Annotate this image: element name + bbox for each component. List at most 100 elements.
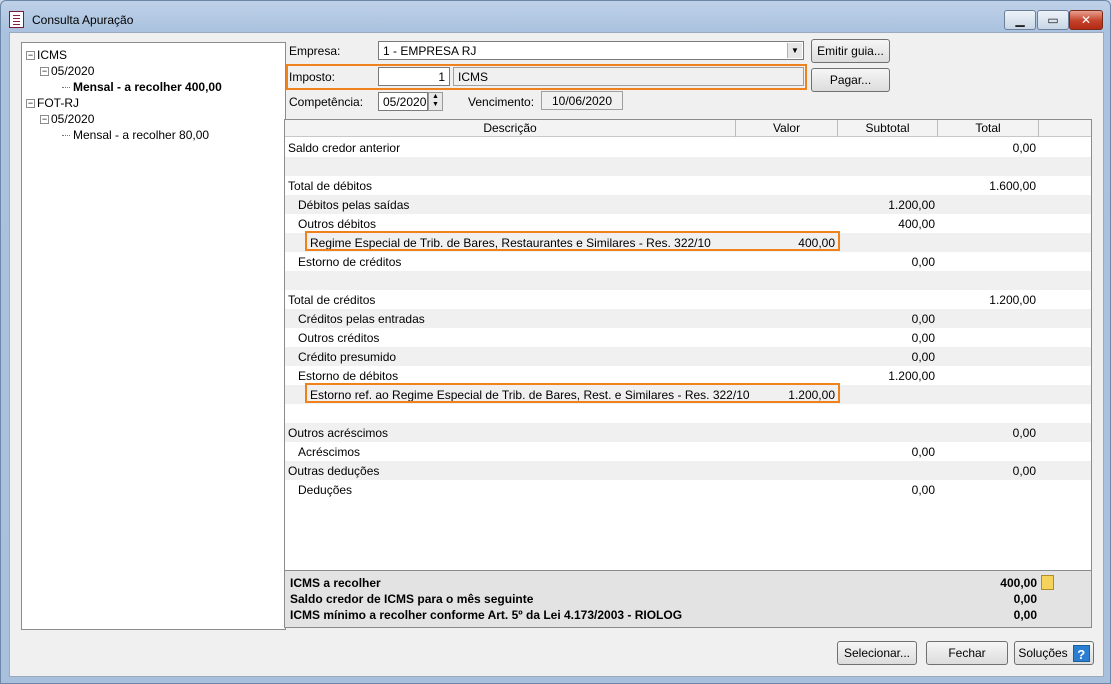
- grid-header: Descrição Valor Subtotal Total: [285, 120, 1091, 137]
- table-row[interactable]: Saldo credor anterior 0,00: [285, 138, 1091, 157]
- selecionar-button[interactable]: Selecionar...: [837, 641, 917, 665]
- cell-subtotal: 0,00: [911, 331, 935, 345]
- cell-total: 0,00: [1012, 141, 1036, 155]
- spin-up-icon[interactable]: ▲: [429, 93, 442, 101]
- table-row[interactable]: [285, 271, 1091, 290]
- table-row[interactable]: Créditos pelas entradas 0,00: [285, 309, 1091, 328]
- table-row[interactable]: [285, 404, 1091, 423]
- imposto-code-input[interactable]: 1: [378, 67, 450, 86]
- solucoes-label: Soluções: [1018, 646, 1068, 660]
- emitir-guia-button[interactable]: Emitir guia...: [811, 39, 890, 63]
- competencia-spinner[interactable]: ▲ ▼: [428, 92, 443, 111]
- imposto-label: Imposto:: [289, 70, 336, 84]
- tree-node-label: 05/2020: [51, 112, 95, 126]
- cell-descricao: Créditos pelas entradas: [298, 312, 425, 326]
- cell-descricao: Saldo credor anterior: [288, 141, 401, 155]
- summary-label: ICMS a recolher: [290, 576, 381, 590]
- table-row[interactable]: Estorno ref. ao Regime Especial de Trib.…: [285, 383, 1091, 404]
- close-button[interactable]: ✕: [1069, 10, 1103, 30]
- help-icon: ?: [1072, 644, 1090, 662]
- collapse-icon[interactable]: −: [26, 51, 35, 61]
- vencimento-field: 10/06/2020: [541, 91, 623, 110]
- cell-subtotal: 0,00: [911, 483, 935, 497]
- tree-connector: [62, 135, 70, 137]
- cell-descricao: Outros débitos: [298, 217, 377, 231]
- table-row[interactable]: Crédito presumido 0,00: [285, 347, 1091, 366]
- table-row[interactable]: [285, 157, 1091, 176]
- collapse-icon[interactable]: −: [26, 99, 35, 109]
- collapse-icon[interactable]: −: [40, 67, 49, 77]
- solucoes-button[interactable]: Soluções ?: [1014, 641, 1094, 665]
- table-row[interactable]: Outros acréscimos 0,00: [285, 423, 1091, 442]
- cell-subtotal: 0,00: [911, 255, 935, 269]
- table-row[interactable]: Regime Especial de Trib. de Bares, Resta…: [285, 231, 1091, 252]
- cell-subtotal: 0,00: [911, 445, 935, 459]
- tree-connector: [62, 87, 70, 89]
- tree-node-label: FOT-RJ: [37, 96, 79, 110]
- empresa-select[interactable]: 1 - EMPRESA RJ ▼: [378, 41, 804, 60]
- document-icon[interactable]: [1041, 575, 1054, 590]
- cell-total: 1.600,00: [989, 179, 1036, 193]
- cell-subtotal: 400,00: [898, 217, 935, 231]
- maximize-icon: ▭: [1047, 13, 1059, 27]
- tree-node[interactable]: −05/2020: [40, 64, 94, 78]
- maximize-button[interactable]: ▭: [1037, 10, 1069, 30]
- cell-total: 0,00: [1012, 464, 1036, 478]
- summary-value: 0,00: [1013, 592, 1037, 606]
- cell-descricao: Total de débitos: [288, 179, 373, 193]
- tree-node-label: Mensal - a recolher 400,00: [73, 80, 222, 94]
- title-bar[interactable]: Consulta Apuração ▁ ▭ ✕: [1, 1, 1110, 33]
- table-row[interactable]: Total de créditos 1.200,00: [285, 290, 1091, 309]
- tree-view[interactable]: − ICMS −05/2020 Mensal - a recolher 400,00−…: [21, 42, 286, 630]
- pagar-button[interactable]: Pagar...: [811, 68, 890, 92]
- tree-node-label: ICMS: [37, 48, 67, 62]
- cell-descricao: Outros créditos: [298, 331, 380, 345]
- competencia-label: Competência:: [289, 95, 364, 109]
- cell-subtotal: 0,00: [911, 312, 935, 326]
- vencimento-label: Vencimento:: [468, 95, 535, 109]
- client-area: − ICMS −05/2020 Mensal - a recolher 400,00−…: [9, 32, 1104, 677]
- tree-node[interactable]: − FOT-RJ: [26, 96, 79, 110]
- fechar-button[interactable]: Fechar: [926, 641, 1008, 665]
- table-row[interactable]: Deduções 0,00: [285, 480, 1091, 499]
- cell-descricao: Estorno de créditos: [298, 255, 402, 269]
- col-subtotal[interactable]: Subtotal: [838, 120, 938, 137]
- col-total[interactable]: Total: [938, 120, 1039, 137]
- imposto-name-field: ICMS: [453, 67, 804, 86]
- cell-descricao: Total de créditos: [288, 293, 376, 307]
- summary-value: 400,00: [1000, 576, 1037, 590]
- table-row[interactable]: Acréscimos 0,00: [285, 442, 1091, 461]
- competencia-input[interactable]: 05/2020: [378, 92, 428, 111]
- apuracao-grid[interactable]: Descrição Valor Subtotal Total Saldo cre…: [284, 119, 1092, 571]
- tree-node[interactable]: −05/2020: [40, 112, 94, 126]
- cell-descricao: Outros acréscimos: [288, 426, 389, 440]
- empresa-value: 1 - EMPRESA RJ: [383, 44, 477, 58]
- cell-descricao: Estorno de débitos: [298, 369, 399, 383]
- table-row[interactable]: Outros créditos 0,00: [285, 328, 1091, 347]
- tree-node[interactable]: Mensal - a recolher 400,00: [62, 80, 222, 94]
- empresa-label: Empresa:: [289, 44, 341, 58]
- table-row[interactable]: Débitos pelas saídas 1.200,00: [285, 195, 1091, 214]
- tree-node[interactable]: − ICMS: [26, 48, 67, 62]
- spin-down-icon[interactable]: ▼: [429, 101, 442, 109]
- window-title: Consulta Apuração: [32, 13, 134, 27]
- col-valor[interactable]: Valor: [736, 120, 838, 137]
- summary-value: 0,00: [1013, 608, 1037, 622]
- main-window: Consulta Apuração ▁ ▭ ✕ − ICMS −05/2020 Men…: [0, 0, 1111, 684]
- table-row[interactable]: Total de débitos 1.600,00: [285, 176, 1091, 195]
- row-highlight: [305, 231, 840, 251]
- table-row[interactable]: Estorno de créditos 0,00: [285, 252, 1091, 271]
- cell-total: 0,00: [1012, 426, 1036, 440]
- minimize-button[interactable]: ▁: [1004, 10, 1036, 30]
- collapse-icon[interactable]: −: [40, 115, 49, 125]
- tree-node[interactable]: Mensal - a recolher 80,00: [62, 128, 209, 142]
- cell-subtotal: 1.200,00: [888, 369, 935, 383]
- table-row[interactable]: Outras deduções 0,00: [285, 461, 1091, 480]
- close-icon: ✕: [1080, 13, 1092, 27]
- summary-panel: ICMS a recolher 400,00 Saldo credor de ICM…: [284, 571, 1092, 628]
- cell-descricao: Crédito presumido: [298, 350, 397, 364]
- row-highlight: [305, 383, 840, 403]
- col-descricao[interactable]: Descrição: [285, 120, 736, 137]
- chevron-down-icon[interactable]: ▼: [787, 43, 802, 58]
- cell-descricao: Outras deduções: [288, 464, 380, 478]
